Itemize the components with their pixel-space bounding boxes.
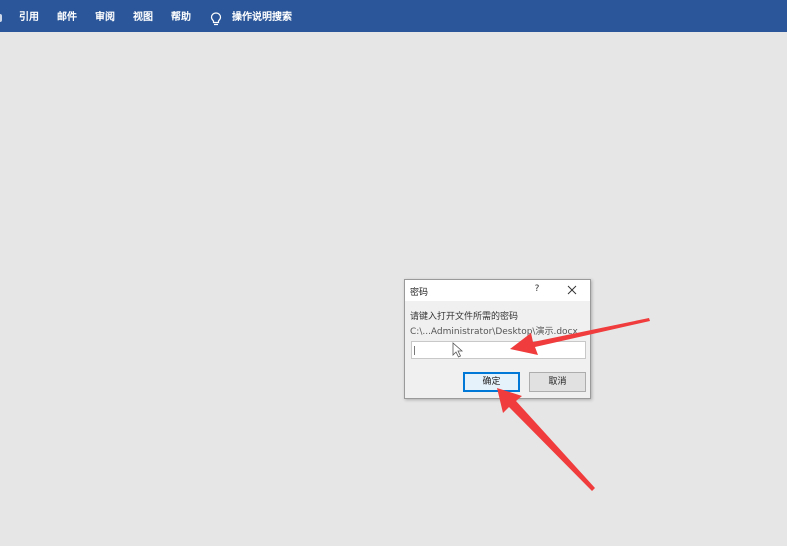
tab-mailings[interactable]: 邮件 [57, 0, 77, 32]
dialog-body: 请键入打开文件所需的密码 C:\...Administrator\Desktop… [405, 301, 590, 398]
password-input[interactable] [411, 341, 586, 359]
tab-view[interactable]: 视图 [133, 0, 153, 32]
file-path: C:\...Administrator\Desktop\演示.docx [410, 327, 578, 337]
password-prompt: 请键入打开文件所需的密码 [410, 312, 519, 322]
text-caret [414, 346, 415, 355]
ok-button[interactable]: 确定 [463, 372, 520, 392]
tab-help[interactable]: 帮助 [171, 0, 191, 32]
ribbon-tab-bar: 引用 邮件 审阅 视图 帮助 操作说明搜索 [0, 0, 787, 32]
close-icon[interactable] [566, 284, 578, 296]
help-button[interactable]: ? [532, 284, 542, 294]
mouse-pointer-icon [452, 342, 464, 358]
ribbon-edge-marker [0, 14, 2, 22]
lightbulb-icon [210, 12, 222, 26]
annotation-arrows [497, 318, 650, 491]
tab-review[interactable]: 审阅 [95, 0, 115, 32]
password-dialog: 密码 ? 请键入打开文件所需的密码 C:\...Administrator\De… [404, 279, 591, 399]
cancel-button[interactable]: 取消 [529, 372, 586, 392]
tab-references[interactable]: 引用 [19, 0, 39, 32]
dialog-title: 密码 [410, 288, 429, 298]
arrow-to-ok-button [497, 388, 595, 491]
tell-me-label: 操作说明搜索 [232, 12, 292, 23]
